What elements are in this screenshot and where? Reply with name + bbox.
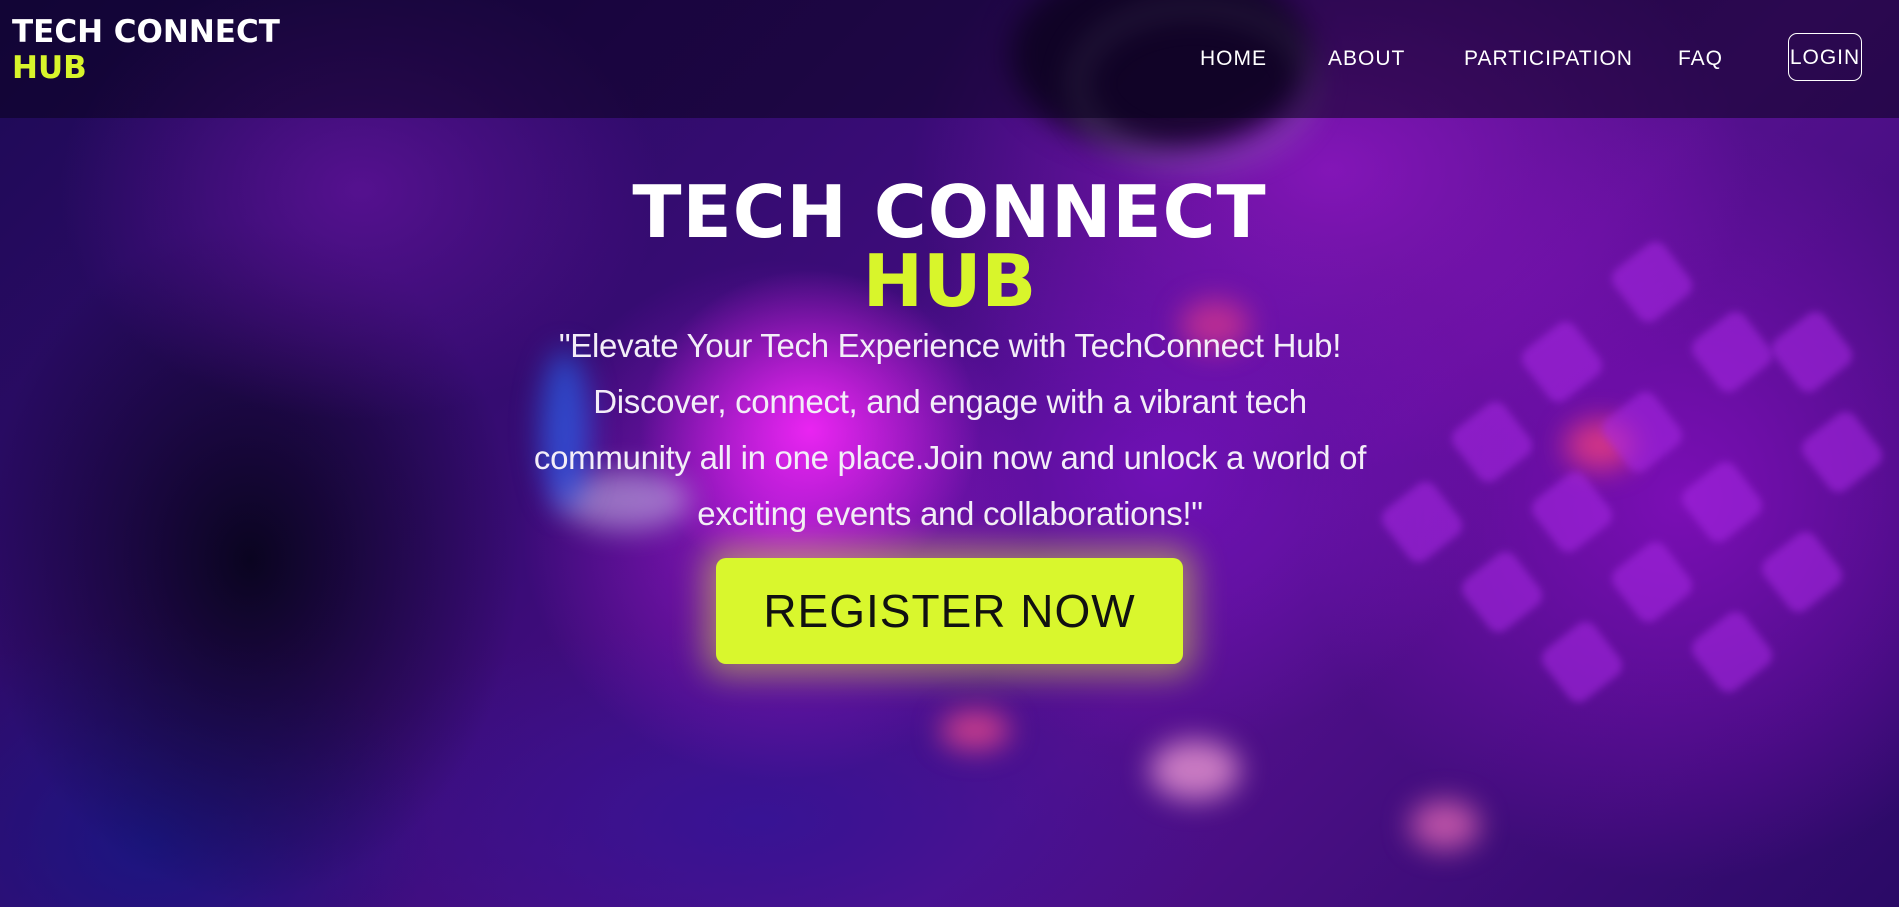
- hero-title-line1: TECH CONNECT: [632, 170, 1267, 254]
- login-button[interactable]: LOGIN: [1788, 33, 1862, 81]
- top-navbar: TECH CONNECT HUB HOME ABOUT PARTICIPATIO…: [0, 0, 1899, 118]
- hero-title: TECH CONNECT HUB: [0, 170, 1899, 323]
- nav-link-faq[interactable]: FAQ: [1678, 34, 1723, 84]
- landing-page: TECH CONNECT HUB HOME ABOUT PARTICIPATIO…: [0, 0, 1899, 907]
- main-nav: HOME ABOUT PARTICIPATION FAQ: [0, 34, 1899, 84]
- nav-link-participation[interactable]: PARTICIPATION: [1464, 34, 1633, 84]
- nav-link-home[interactable]: HOME: [1200, 34, 1267, 84]
- register-now-button[interactable]: REGISTER NOW: [716, 558, 1183, 664]
- hero-title-line2: HUB: [862, 239, 1037, 323]
- hero-tagline: "Elevate Your Tech Experience with TechC…: [533, 327, 1367, 532]
- nav-link-about[interactable]: ABOUT: [1328, 34, 1405, 84]
